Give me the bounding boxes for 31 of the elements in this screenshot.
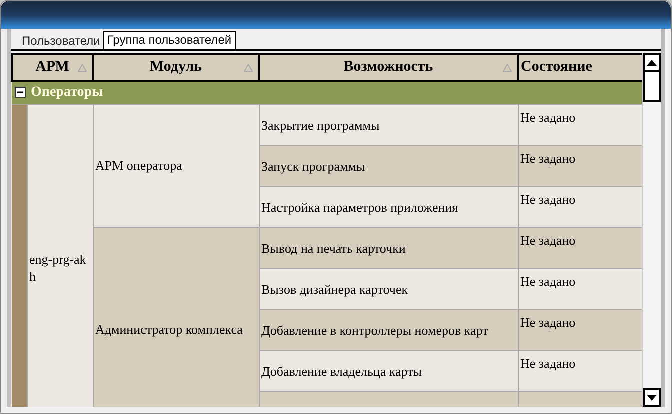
scroll-down-button[interactable] <box>643 388 661 407</box>
table-cell: Не задано <box>518 227 642 268</box>
column-header[interactable]: Модуль <box>93 54 259 81</box>
scroll-thumb[interactable] <box>643 72 661 102</box>
table-cell: Не задано <box>518 268 642 309</box>
column-header[interactable]: АРМ <box>12 54 93 81</box>
table-cell: Настройка параметров приложения <box>259 186 518 227</box>
table-cell: Не задано <box>518 104 642 145</box>
scroll-up-button[interactable] <box>643 53 661 72</box>
table-cell: Не задано <box>518 309 642 350</box>
table-cell: Добавление в контроллеры номеров карт <box>259 309 518 350</box>
table-cell: Не задано <box>518 145 642 186</box>
down-arrow-icon <box>647 394 657 400</box>
column-header[interactable]: Возможность <box>259 54 518 81</box>
table-cell: eng-prg-akh <box>27 104 93 407</box>
table-cell: Не задано <box>518 350 642 391</box>
table-cell: Вывод на печать карточки <box>259 227 518 268</box>
tab[interactable]: Пользователи <box>19 33 104 49</box>
table-cell: АРМ оператора <box>93 104 259 227</box>
up-arrow-icon <box>647 60 657 66</box>
collapse-icon[interactable] <box>15 87 26 98</box>
column-header[interactable]: Состояние <box>518 54 642 81</box>
table-cell: Закрытие программы <box>259 104 518 145</box>
table-cell: Запуск программы <box>259 145 518 186</box>
scrollbar[interactable] <box>642 53 661 407</box>
table-cell: Не задано <box>518 186 642 227</box>
group-name: Операторы <box>31 84 104 102</box>
tab[interactable]: Группа пользователей <box>103 31 236 49</box>
table-cell: Администратор комплекса <box>93 227 259 407</box>
table-cell: Добавление владельца карты <box>259 350 518 391</box>
table-cell: Вызов дизайнера карточек <box>259 268 518 309</box>
